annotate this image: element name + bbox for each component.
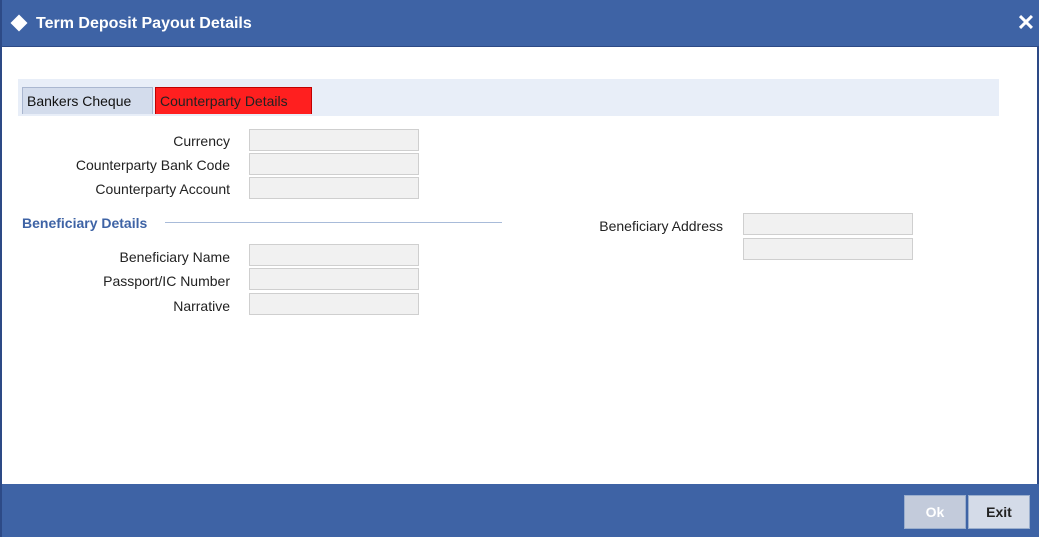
beneficiary-address-line2-field[interactable] — [743, 238, 913, 260]
tab-counterparty-details[interactable]: Counterparty Details — [155, 87, 312, 114]
dialog-window: Term Deposit Payout Details ✕ Bankers Ch… — [0, 0, 1039, 537]
counterparty-account-label: Counterparty Account — [95, 181, 230, 197]
tab-bar: Bankers Cheque Counterparty Details — [18, 79, 999, 116]
counterparty-bank-code-label: Counterparty Bank Code — [75, 157, 230, 173]
window-title: Term Deposit Payout Details — [36, 15, 252, 32]
narrative-label: Narrative — [173, 298, 230, 314]
tab-bankers-cheque[interactable]: Bankers Cheque — [22, 87, 153, 114]
beneficiary-details-heading: Beneficiary Details — [22, 215, 148, 231]
beneficiary-name-field[interactable] — [249, 244, 419, 266]
exit-button[interactable]: Exit — [968, 495, 1030, 529]
footer-bar: Ok Exit — [2, 484, 1039, 537]
narrative-field[interactable] — [249, 293, 419, 315]
passport-ic-number-field[interactable] — [249, 268, 419, 290]
beneficiary-name-label: Beneficiary Name — [119, 249, 231, 265]
diamond-icon — [10, 14, 28, 32]
counterparty-account-field[interactable] — [249, 177, 419, 199]
close-icon[interactable]: ✕ — [1015, 12, 1037, 34]
section-divider — [165, 222, 502, 223]
beneficiary-address-line1-field[interactable] — [743, 213, 913, 235]
title-bar: Term Deposit Payout Details ✕ — [2, 0, 1039, 47]
currency-field[interactable] — [249, 129, 419, 151]
ok-button[interactable]: Ok — [904, 495, 966, 529]
currency-label: Currency — [173, 133, 230, 149]
beneficiary-address-label: Beneficiary Address — [599, 218, 723, 234]
counterparty-bank-code-field[interactable] — [249, 153, 419, 175]
passport-ic-number-label: Passport/IC Number — [103, 273, 230, 289]
